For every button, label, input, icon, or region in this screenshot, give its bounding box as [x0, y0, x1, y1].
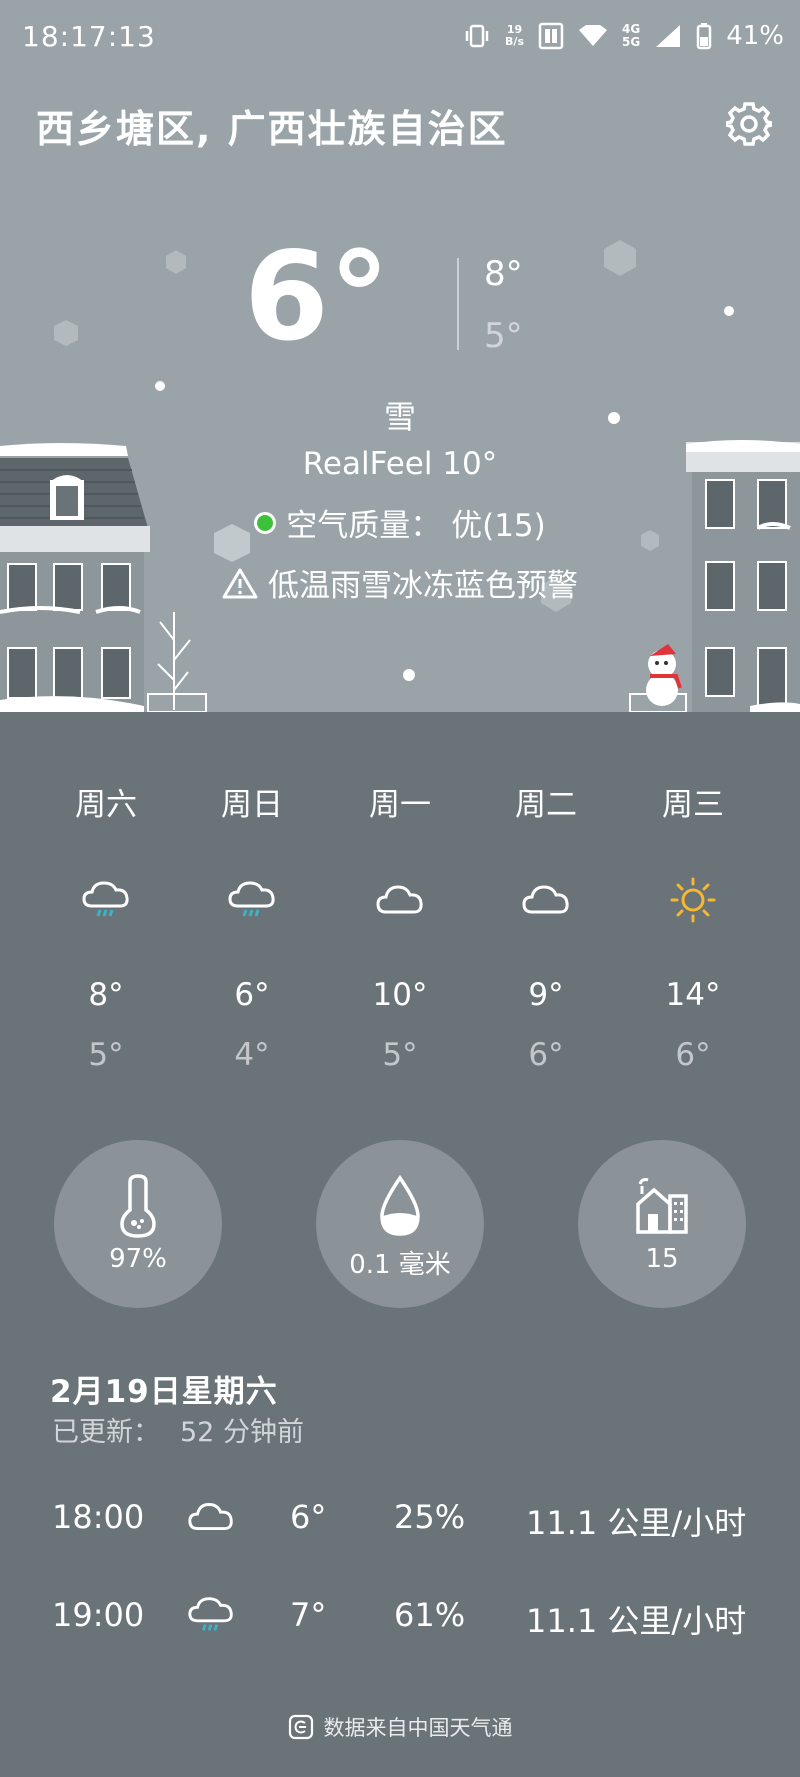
rain-icon [82, 881, 129, 917]
warning-icon [222, 568, 258, 598]
nfc-icon [538, 22, 564, 50]
forecast-low: 5° [88, 1037, 124, 1073]
air-quality-label: 空气质量： 优(15) [286, 508, 546, 544]
current-condition: 雪 [383, 398, 416, 436]
air-quality[interactable]: 空气质量： 优(15) [0, 500, 800, 545]
aqi-circle[interactable]: 15 [578, 1140, 746, 1308]
rain-icon [228, 881, 275, 917]
forecast-high: 8° [88, 977, 124, 1013]
today-high: 8° [484, 254, 523, 294]
hourly-precip-chance: 25% [394, 1498, 466, 1536]
rain-icon [188, 1597, 233, 1631]
forecast-day-label: 周日 [221, 787, 283, 823]
forecast-low: 6° [528, 1037, 564, 1073]
weather-warning[interactable]: 低温雨雪冰冻蓝色预警 [0, 560, 800, 605]
forecast-low: 5° [382, 1037, 418, 1073]
settings-gear-icon[interactable] [726, 101, 772, 147]
signal-icon [656, 25, 681, 47]
hourly-temp: 7° [290, 1596, 327, 1634]
forecast-day-label: 周一 [369, 787, 431, 823]
cloud-icon [376, 885, 423, 914]
humidity-circle[interactable]: 97% [54, 1140, 222, 1308]
fence [147, 693, 207, 712]
snowflake [54, 320, 78, 346]
snowman [629, 644, 687, 712]
forecast-low: 4° [234, 1037, 270, 1073]
cloud-icon [522, 885, 569, 914]
realfeel-temperature: RealFeel 10° [302, 446, 498, 482]
forecast-high: 6° [234, 977, 270, 1013]
forecast-day-label: 周六 [75, 787, 137, 823]
hourly-row[interactable]: 18:00 6° 25% 11.1 公里/小时 [0, 1488, 800, 1548]
aqi-value: 15 [645, 1244, 679, 1274]
precipitation-value: 0.1 毫米 [349, 1250, 451, 1280]
net-speed: 19 B/s [505, 23, 524, 48]
location-title[interactable]: 西乡塘区, 广西壮族自治区 [36, 98, 508, 153]
forecast-low: 6° [675, 1037, 711, 1073]
battery-level: 41% [726, 21, 784, 51]
data-source[interactable]: 数据来自中国天气通 [0, 1712, 800, 1742]
forecast-day[interactable]: 周日 6° 4° [192, 780, 312, 1080]
hourly-temp: 6° [290, 1498, 327, 1536]
air-quality-dot-icon [254, 511, 277, 534]
forecast-day[interactable]: 周六 8° 5° [46, 780, 166, 1080]
current-date: 2月19日星期六 [50, 1374, 278, 1410]
vibrate-icon [465, 24, 489, 48]
battery-icon [696, 23, 712, 50]
hourly-time: 19:00 [52, 1596, 145, 1634]
hourly-row[interactable]: 19:00 7° 61% 11.1 公里/小时 [0, 1586, 800, 1646]
forecast-day[interactable]: 周一 10° 5° [340, 780, 460, 1080]
forecast-day-label: 周二 [515, 787, 577, 823]
snowflake [724, 306, 734, 316]
current-temperature: 6° [244, 226, 390, 368]
water-drop-icon [380, 1174, 420, 1236]
forecast-day[interactable]: 周二 9° 6° [486, 780, 606, 1080]
factory-icon [636, 1178, 688, 1234]
forecast-high: 14° [665, 977, 721, 1013]
hourly-precip-chance: 61% [394, 1596, 466, 1634]
sun-icon [670, 877, 716, 923]
network-type: 4G 5G [622, 22, 641, 49]
cloud-icon [188, 1503, 233, 1530]
updated-label: 已更新： [52, 1417, 160, 1448]
forecast-high: 10° [372, 977, 428, 1013]
hourly-wind: 11.1 公里/小时 [526, 1504, 747, 1542]
precipitation-circle[interactable]: 0.1 毫米 [316, 1140, 484, 1308]
snowflake [155, 381, 165, 391]
bare-tree [157, 612, 191, 710]
wifi-icon [579, 25, 607, 46]
forecast-high: 9° [528, 977, 564, 1013]
snowflake [166, 250, 186, 274]
snowflake [403, 669, 415, 681]
temp-divider [457, 258, 459, 350]
forecast-day-label: 周三 [662, 787, 724, 823]
updated-value: 52 分钟前 [180, 1417, 304, 1448]
forecast-day[interactable]: 周三 14° 6° [633, 780, 753, 1080]
humidity-value: 97% [109, 1244, 167, 1274]
snowflake [604, 240, 636, 276]
updated-time: 已更新： 52 分钟前 [52, 1410, 304, 1449]
thermometer-icon [120, 1174, 156, 1238]
hourly-wind: 11.1 公里/小时 [526, 1602, 747, 1640]
status-icons: 19 B/s 4G 5G 41% [463, 18, 784, 54]
warning-text: 低温雨雪冰冻蓝色预警 [268, 568, 578, 604]
status-bar: 18:17:13 19 B/s 4G 5G 41% [0, 0, 800, 72]
hourly-time: 18:00 [52, 1498, 145, 1536]
data-source-text: 数据来自中国天气通 [323, 1716, 513, 1740]
today-low: 5° [484, 316, 523, 356]
source-logo-icon [288, 1714, 313, 1740]
status-time: 18:17:13 [22, 20, 156, 53]
